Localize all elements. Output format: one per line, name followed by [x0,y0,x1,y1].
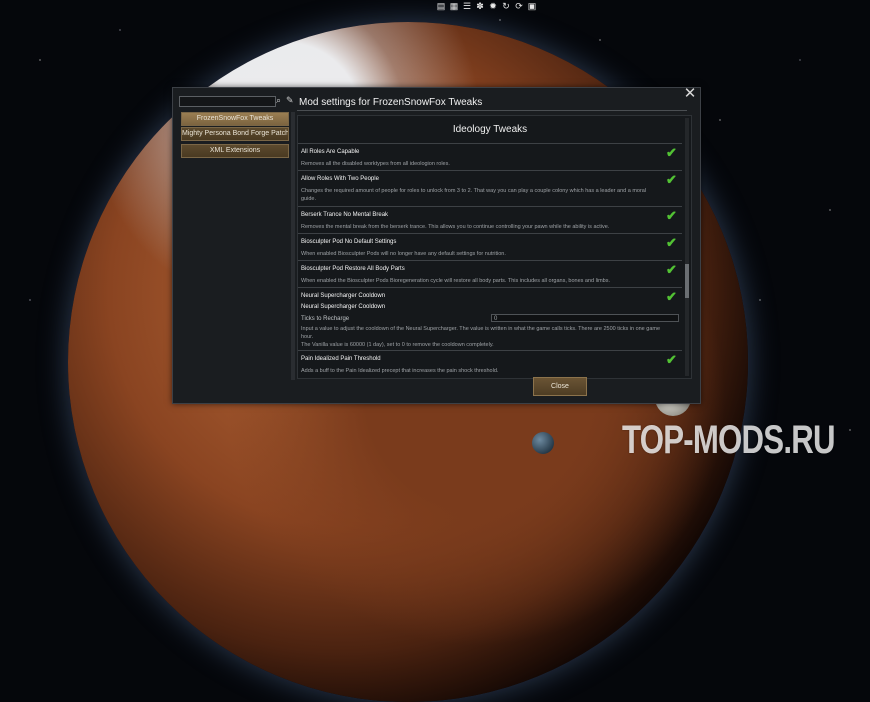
mod-search-input[interactable] [179,96,276,107]
setting-title: Biosculpter Pod Restore All Body Parts [301,266,405,272]
setting-row: Neural Supercharger Cooldown Neural Supe… [298,288,682,351]
setting-title: All Roles Are Capable [301,149,360,155]
settings-scrollbar[interactable] [685,118,689,376]
checkmark-icon[interactable]: ✔ [666,209,680,223]
setting-row: Biosculpter Pod Restore All Body Parts W… [298,261,682,288]
checkmark-icon[interactable]: ✔ [666,173,680,187]
settings-scrollbar-thumb[interactable] [685,264,689,298]
setting-row: Berserk Trance No Mental Break Removes t… [298,207,682,234]
mod-list-scrollbar[interactable] [291,112,295,380]
paw-icon[interactable]: ✽ [475,1,485,11]
dialog-title: Mod settings for FrozenSnowFox Tweaks [299,97,483,108]
setting-description: Adds a buff to the Pain Idealized precep… [301,368,499,374]
divider [297,110,687,111]
settings-list[interactable]: Ideology Tweaks All Roles Are Capable Re… [297,115,692,379]
refresh-icon[interactable]: ↻ [501,1,511,11]
setting-row: Allow Roles With Two People Changes the … [298,171,682,207]
setting-row: Pain Idealized Pain Threshold Adds a buf… [298,351,682,378]
settings-pane: Mod settings for FrozenSnowFox Tweaks Id… [297,88,694,396]
setting-title: Berserk Trance No Mental Break [301,212,389,218]
mod-list-item-persona-bond[interactable]: Mighty Persona Bond Forge Patch Mod [181,127,289,141]
ticks-label: Ticks to Recharge [301,316,350,322]
checkmark-icon[interactable]: ✔ [666,353,680,367]
checkmark-icon[interactable]: ✔ [666,236,680,250]
setting-description: When enabled Biosculpter Pods will no lo… [301,251,506,257]
checkmark-icon[interactable]: ✔ [666,263,680,277]
checkmark-icon[interactable]: ✔ [666,290,680,304]
top-toolbar: ▤ ▦ ☰ ✽ ✹ ↻ ⟳ ▣ [436,1,537,11]
setting-subtitle: Neural Supercharger Cooldown [301,304,386,310]
setting-description-vanilla: The Vanilla value is 60000 (1 day), set … [301,342,494,348]
ticks-to-recharge-input[interactable]: 0 [491,314,679,322]
checkmark-icon[interactable]: ✔ [666,146,680,160]
setting-title: Allow Roles With Two People [301,176,379,182]
cycle-icon[interactable]: ⟳ [514,1,524,11]
setting-description: Input a value to adjust the cooldown of … [301,326,661,340]
watermark: TOP-MODS.RU [622,418,836,462]
section-heading: Ideology Tweaks [452,124,528,135]
setting-title: Pain Idealized Pain Threshold [301,356,381,362]
moon [532,432,554,454]
setting-title: Biosculpter Pod No Default Settings [301,239,397,245]
setting-description: Removes the mental break from the berser… [301,224,610,230]
list-icon[interactable]: ▤ [436,1,446,11]
grid-icon[interactable]: ▦ [449,1,459,11]
setting-description: Removes all the disabled worktypes from … [301,161,450,167]
setting-row: All Roles Are Capable Removes all the di… [298,144,682,171]
mod-settings-dialog: ✕ ⌕ ✎ FrozenSnowFox Tweaks Mighty Person… [172,86,701,404]
setting-row: Biosculpter Pod No Default Settings When… [298,234,682,261]
close-button[interactable]: Close [533,377,587,396]
mod-list-item-xml-extensions[interactable]: XML Extensions [181,144,289,158]
setting-description: Changes the required amount of people fo… [301,188,647,202]
gear-icon[interactable]: ✹ [488,1,498,11]
mod-list-item-frozensnowfox[interactable]: FrozenSnowFox Tweaks [181,112,289,126]
setting-description: When enabled the Biosculpter Pods Bioreg… [301,278,610,284]
menu-icon[interactable]: ☰ [462,1,472,11]
search-icon[interactable]: ⌕ [276,94,286,106]
pin-icon[interactable]: ✎ [286,94,296,106]
image-icon[interactable]: ▣ [527,1,537,11]
mod-list-pane: ⌕ ✎ FrozenSnowFox Tweaks Mighty Persona … [179,94,296,380]
setting-title: Neural Supercharger Cooldown [301,293,386,299]
